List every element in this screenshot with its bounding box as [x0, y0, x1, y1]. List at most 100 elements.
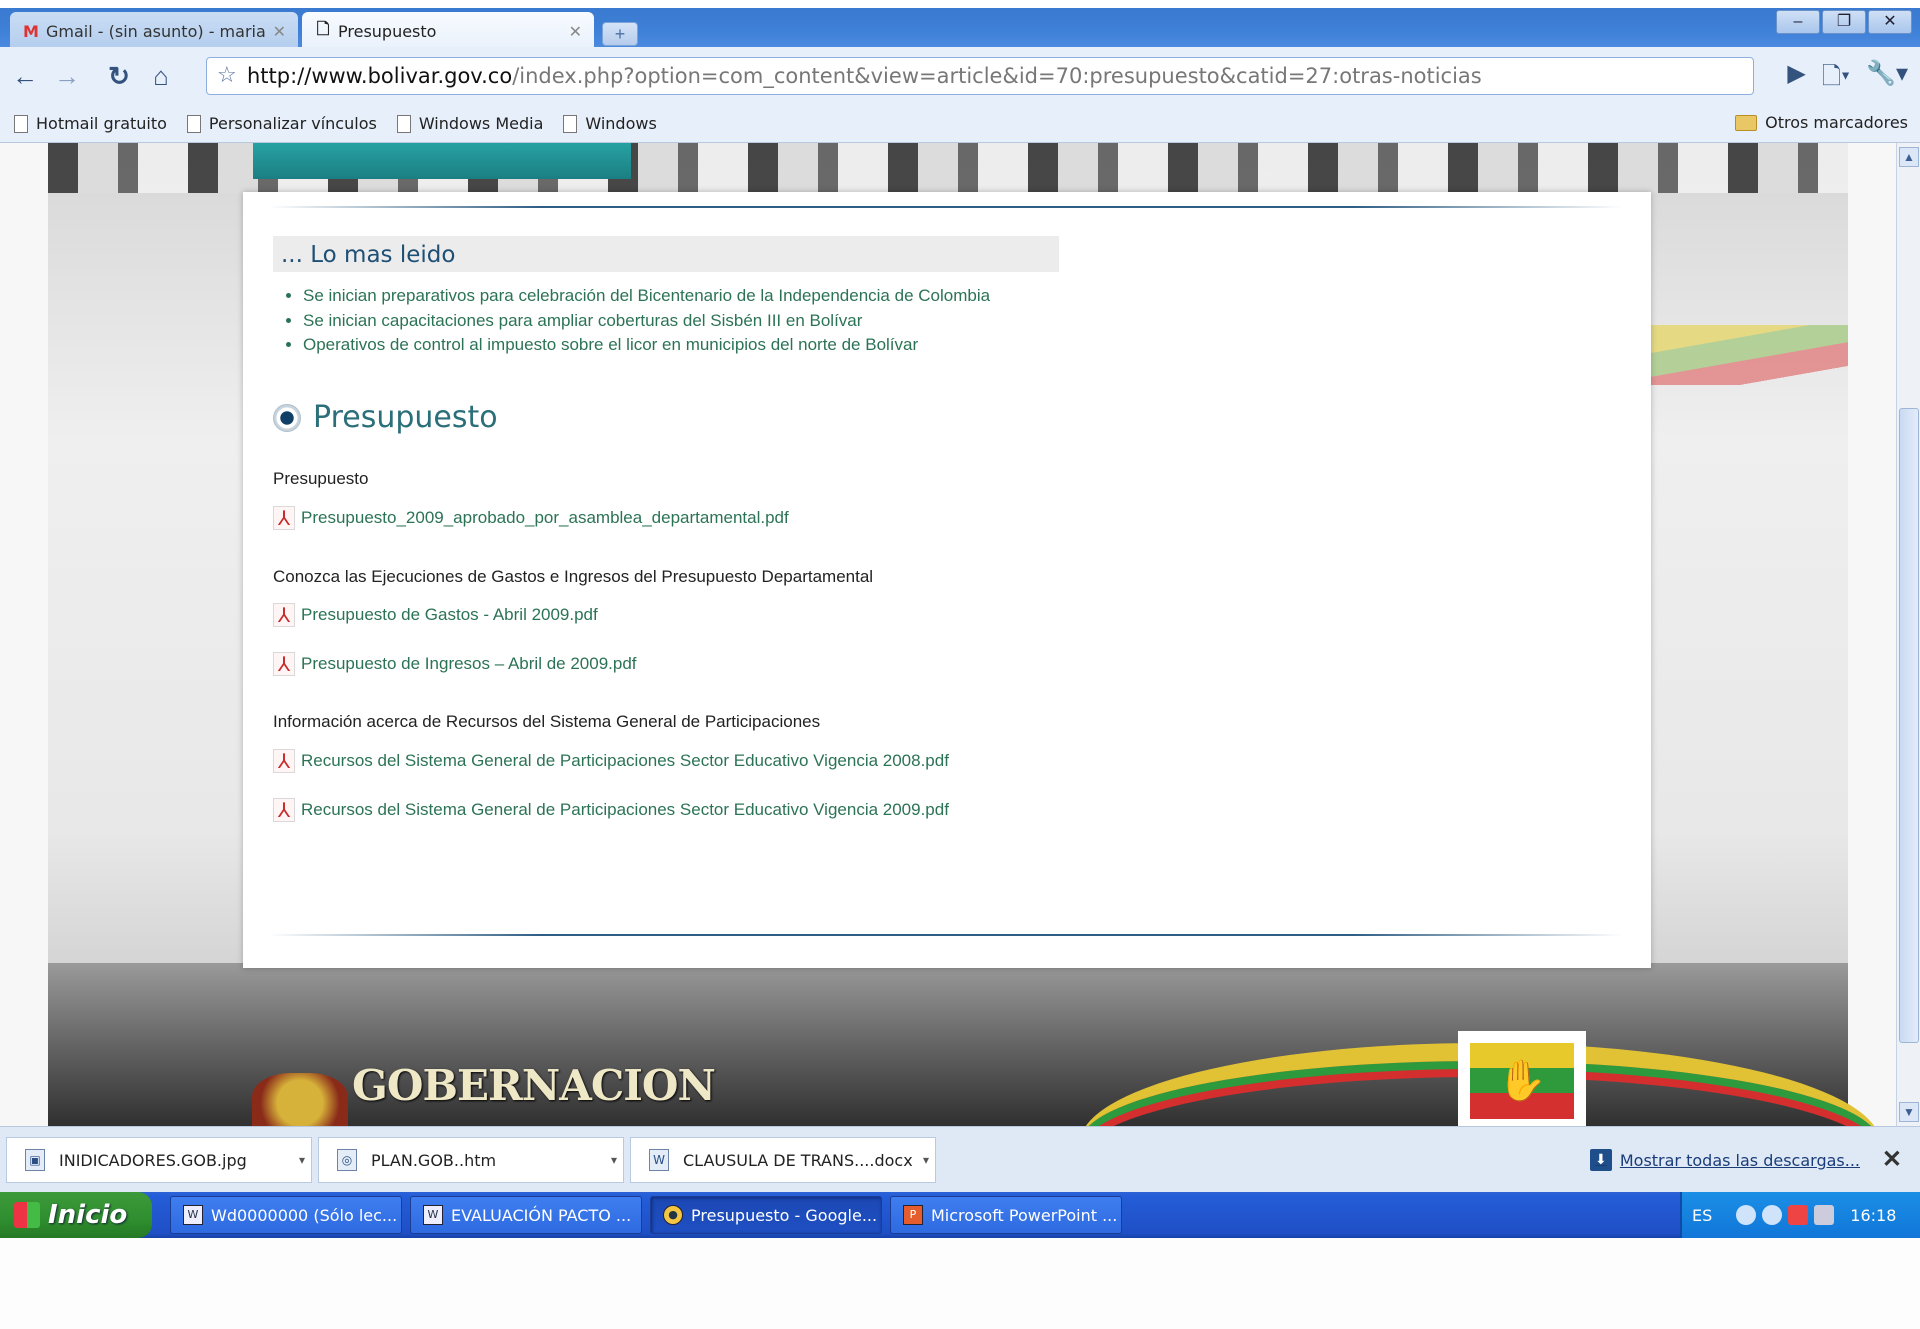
antivirus-icon[interactable] [1788, 1205, 1809, 1225]
page-title: Presupuesto [313, 400, 498, 435]
taskbar-item[interactable]: P Microsoft PowerPoint ... [890, 1196, 1122, 1234]
bookmark-item[interactable]: Personalizar vínculos [186, 114, 377, 133]
taskbar-item-label: Microsoft PowerPoint ... [931, 1205, 1118, 1225]
star-icon[interactable]: ☆ [217, 63, 237, 88]
downloads-bar: ▣ INIDICADORES.GOB.jpg ▾ ◎ PLAN.GOB..htm ▾ W… [0, 1126, 1920, 1192]
download-filename: PLAN.GOB..htm [371, 1150, 497, 1170]
gmail-icon: M [23, 21, 39, 41]
bookmark-label: Hotmail gratuito [36, 114, 167, 133]
bookmark-item[interactable]: Hotmail gratuito [14, 114, 167, 133]
pdf-link-label[interactable]: Recursos del Sistema General de Particip… [301, 800, 949, 820]
pdf-link-label[interactable]: Presupuesto de Gastos - Abril 2009.pdf [301, 605, 598, 625]
download-item[interactable]: W CLAUSULA DE TRANS....docx ▾ [630, 1137, 936, 1183]
bookmark-item[interactable]: Windows [563, 114, 657, 133]
page-icon [563, 114, 578, 133]
most-read-link[interactable]: Se inician capacitaciones para ampliar c… [303, 309, 990, 334]
show-all-label[interactable]: Mostrar todas las descargas... [1620, 1151, 1860, 1170]
html-file-icon: ◎ [337, 1149, 357, 1171]
article-heading: Presupuesto [273, 400, 498, 435]
chrome-icon: ● [663, 1205, 683, 1225]
word-file-icon: W [649, 1149, 669, 1171]
hand-icon: ✋ [1470, 1043, 1574, 1119]
tab-gmail[interactable]: M Gmail - (sin asunto) - maria... ✕ [10, 12, 298, 50]
windows-logo-icon [14, 1202, 40, 1228]
download-filename: CLAUSULA DE TRANS....docx [683, 1150, 913, 1170]
other-bookmarks-label: Otros marcadores [1765, 113, 1908, 132]
network-icon[interactable] [1762, 1205, 1783, 1225]
tray-expand-icon[interactable] [1736, 1205, 1757, 1225]
windows-taskbar: Inicio W Wd0000000 (Sólo lec... W EVALUACI… [0, 1192, 1920, 1238]
wrench-icon[interactable]: 🔧▾ [1866, 59, 1908, 100]
reload-icon[interactable]: ↻ [102, 59, 136, 93]
home-icon[interactable]: ⌂ [144, 59, 178, 93]
close-downloads-icon[interactable]: ✕ [1882, 1145, 1902, 1174]
vertical-scrollbar[interactable]: ▲ ▼ [1896, 143, 1920, 1126]
heading-bullet-icon [273, 403, 301, 432]
most-read-link[interactable]: Operativos de control al impuesto sobre … [303, 333, 990, 358]
pdf-icon: ⅄ [273, 603, 295, 627]
word-icon: W [423, 1205, 443, 1225]
scroll-down-icon[interactable]: ▼ [1899, 1102, 1919, 1122]
restore-button[interactable]: ❐ [1822, 10, 1866, 34]
bookmark-label: Personalizar vínculos [208, 114, 377, 133]
system-tray: ES 16:18 [1680, 1192, 1920, 1238]
download-item[interactable]: ◎ PLAN.GOB..htm ▾ [318, 1137, 624, 1183]
url-path: /index.php?option=com_content&view=artic… [512, 64, 1482, 88]
chevron-down-icon[interactable]: ▾ [923, 1153, 929, 1167]
section-text: Conozca las Ejecuciones de Gastos e Ingr… [273, 567, 874, 586]
other-bookmarks[interactable]: Otros marcadores [1735, 113, 1908, 132]
pdf-link[interactable]: ⅄ Presupuesto de Gastos - Abril 2009.pdf [273, 603, 598, 627]
taskbar-item-label: EVALUACIÓN PACTO ... [451, 1205, 632, 1225]
minimize-button[interactable]: – [1776, 10, 1820, 34]
divider [269, 206, 1623, 208]
scroll-up-icon[interactable]: ▲ [1899, 147, 1919, 167]
close-window-button[interactable]: ✕ [1868, 10, 1912, 34]
bookmark-item[interactable]: Windows Media [396, 114, 543, 133]
pdf-link[interactable]: ⅄ Presupuesto_2009_aprobado_por_asamblea_… [273, 506, 789, 530]
download-filename: INIDICADORES.GOB.jpg [59, 1150, 247, 1170]
chevron-down-icon[interactable]: ▾ [299, 1153, 305, 1167]
tab-close-icon[interactable]: ✕ [273, 22, 286, 41]
new-tab-button[interactable]: + [602, 22, 638, 46]
tab-close-icon[interactable]: ✕ [569, 22, 582, 41]
article-panel: ... Lo mas leido Se inician preparativos… [243, 192, 1651, 968]
taskbar-item[interactable]: W Wd0000000 (Sólo lec... [170, 1196, 402, 1234]
taskbar-item-active[interactable]: ● Presupuesto - Google... [650, 1196, 882, 1234]
pdf-link[interactable]: ⅄ Recursos del Sistema General de Partici… [273, 798, 949, 822]
window-controls: – ❐ ✕ [1776, 10, 1912, 34]
back-icon[interactable]: ← [8, 59, 42, 93]
pdf-link[interactable]: ⅄ Presupuesto de Ingresos – Abril de 2009… [273, 652, 637, 676]
pdf-link[interactable]: ⅄ Recursos del Sistema General de Partici… [273, 749, 949, 773]
start-button[interactable]: Inicio [0, 1192, 152, 1238]
show-all-downloads-link[interactable]: ⬇ Mostrar todas las descargas... [1589, 1149, 1860, 1171]
most-read-title: ... Lo mas leido [273, 236, 1059, 272]
bookmarks-bar: Hotmail gratuito Personalizar vínculos W… [0, 105, 1920, 143]
go-icon[interactable]: ▶ [1787, 59, 1805, 100]
tab-presupuesto[interactable]: 🗋 Presupuesto ✕ [302, 12, 594, 50]
flag-stripes [1648, 325, 1848, 385]
hand-flag-logo: ✋ [1458, 1031, 1586, 1126]
download-item[interactable]: ▣ INIDICADORES.GOB.jpg ▾ [6, 1137, 312, 1183]
pdf-icon: ⅄ [273, 749, 295, 773]
page-menu-icon[interactable]: 🗋▾ [1822, 59, 1850, 100]
url-domain: http://www.bolivar.gov.co [247, 64, 513, 88]
pdf-link-label[interactable]: Presupuesto_2009_aprobado_por_asamblea_d… [301, 508, 789, 528]
tab-title: Gmail - (sin asunto) - maria... [46, 21, 267, 41]
image-file-icon: ▣ [25, 1149, 45, 1171]
language-indicator[interactable]: ES [1692, 1206, 1712, 1225]
taskbar-item-label: Presupuesto - Google... [691, 1205, 878, 1225]
page-icon: 🗋 [316, 18, 330, 38]
address-bar[interactable]: ☆ http://www.bolivar.gov.co/index.php?op… [206, 57, 1754, 95]
chevron-down-icon[interactable]: ▾ [611, 1153, 617, 1167]
scroll-thumb[interactable] [1899, 408, 1919, 1043]
taskbar-item[interactable]: W EVALUACIÓN PACTO ... [410, 1196, 642, 1234]
pdf-link-label[interactable]: Recursos del Sistema General de Particip… [301, 751, 949, 771]
display-icon[interactable] [1814, 1205, 1835, 1225]
bookmark-label: Windows [585, 114, 657, 133]
pdf-link-label[interactable]: Presupuesto de Ingresos – Abril de 2009.… [301, 654, 637, 674]
gobernacion-logo: GOBERNACION [352, 1061, 716, 1110]
most-read-link[interactable]: Se inician preparativos para celebración… [303, 284, 990, 309]
coat-of-arms-logo [252, 1073, 348, 1126]
forward-icon[interactable]: → [50, 59, 84, 93]
clock[interactable]: 16:18 [1850, 1206, 1896, 1225]
